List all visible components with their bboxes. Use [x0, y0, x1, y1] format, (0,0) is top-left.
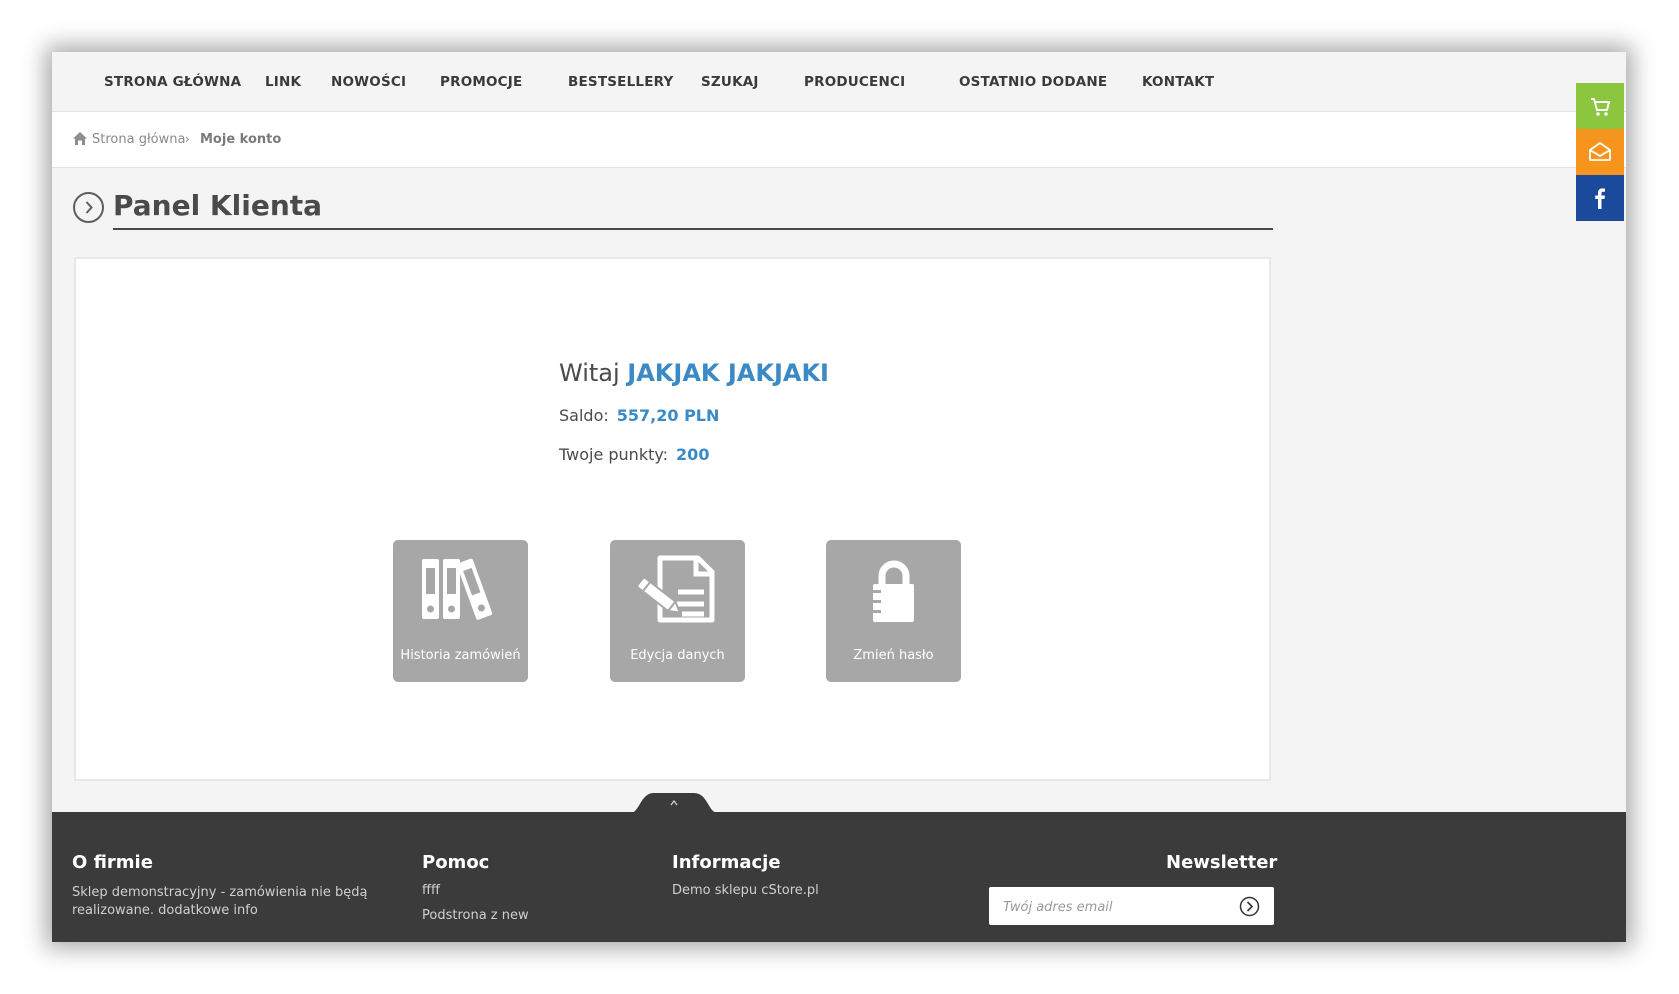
footer: O firmie Sklep demonstracyjny - zamówien…: [52, 812, 1626, 942]
binders-icon: [422, 558, 493, 620]
footer-newsletter-heading: Newsletter: [1166, 852, 1278, 873]
nav-item-new[interactable]: NOWOŚCI: [331, 74, 406, 90]
order-history-button[interactable]: Historia zamówień: [393, 540, 528, 682]
order-history-label: Historia zamówień: [400, 648, 521, 663]
nav-item-promotions[interactable]: PROMOCJE: [440, 74, 522, 90]
footer-help-link[interactable]: Podstrona z new: [422, 908, 529, 923]
balance-value: 557,20 PLN: [616, 406, 720, 425]
footer-info-heading: Informacje: [672, 852, 781, 873]
breadcrumb-home-link[interactable]: Strona główna: [92, 132, 185, 147]
welcome-greeting: Witaj: [559, 359, 620, 387]
footer-about-heading: O firmie: [72, 852, 153, 873]
balance-label: Saldo:: [559, 406, 609, 425]
breadcrumb-current: Moje konto: [200, 132, 282, 147]
title-arrow-icon: [73, 192, 104, 223]
title-divider: [113, 228, 1273, 230]
scroll-to-top-button[interactable]: [630, 791, 718, 813]
cart-icon: [1591, 98, 1611, 116]
welcome-message: Witaj JAKJAK JAKJAKI: [559, 359, 829, 387]
envelope-icon: [1589, 142, 1611, 161]
footer-help-link[interactable]: ffff: [422, 883, 440, 898]
footer-about-text-2: realizowane. dodatkowe info: [72, 903, 258, 918]
edit-data-label: Edycja danych: [630, 648, 725, 663]
breadcrumb-separator: ›: [185, 132, 190, 146]
nav-item-recently-added[interactable]: OSTATNIO DODANE: [959, 74, 1107, 90]
newsletter-form: [989, 887, 1274, 925]
footer-help-heading: Pomoc: [422, 852, 490, 873]
points-label: Twoje punkty:: [559, 445, 669, 464]
points-row: Twoje punkty: 200: [559, 445, 709, 464]
newsletter-side-button[interactable]: [1576, 129, 1624, 175]
browser-page: STRONA GŁÓWNA LINK NOWOŚCI PROMOCJE BEST…: [52, 52, 1626, 942]
customer-name: JAKJAK JAKJAKI: [627, 359, 829, 387]
breadcrumb: Strona główna › Moje konto: [52, 112, 1626, 168]
page-title: Panel Klienta: [113, 189, 323, 222]
nav-item-home[interactable]: STRONA GŁÓWNA: [104, 74, 241, 90]
change-password-button[interactable]: Zmień hasło: [826, 540, 961, 682]
main-navigation: STRONA GŁÓWNA LINK NOWOŚCI PROMOCJE BEST…: [52, 52, 1626, 112]
newsletter-email-input[interactable]: [1003, 897, 1223, 917]
points-value: 200: [676, 445, 710, 464]
nav-item-manufacturers[interactable]: PRODUCENCI: [804, 74, 905, 90]
newsletter-submit-icon[interactable]: [1239, 896, 1260, 917]
nav-item-contact[interactable]: KONTAKT: [1142, 74, 1214, 90]
account-panel: Witaj JAKJAK JAKJAKI Saldo: 557,20 PLN Tw…: [74, 257, 1271, 781]
document-pen-icon: [636, 555, 715, 623]
footer-info-link[interactable]: Demo sklepu cStore.pl: [672, 883, 819, 898]
facebook-icon: [1595, 188, 1605, 209]
home-icon[interactable]: [72, 131, 88, 146]
facebook-button[interactable]: [1576, 175, 1624, 221]
nav-item-link[interactable]: LINK: [265, 74, 301, 90]
cart-button[interactable]: [1576, 83, 1624, 129]
footer-about-text-1: Sklep demonstracyjny - zamówienia nie bę…: [72, 885, 368, 900]
nav-item-search[interactable]: SZUKAJ: [701, 74, 759, 90]
padlock-icon: [873, 560, 914, 622]
balance-row: Saldo: 557,20 PLN: [559, 406, 719, 425]
edit-data-button[interactable]: Edycja danych: [610, 540, 745, 682]
change-password-label: Zmień hasło: [853, 648, 934, 663]
nav-item-bestsellers[interactable]: BESTSELLERY: [568, 74, 673, 90]
